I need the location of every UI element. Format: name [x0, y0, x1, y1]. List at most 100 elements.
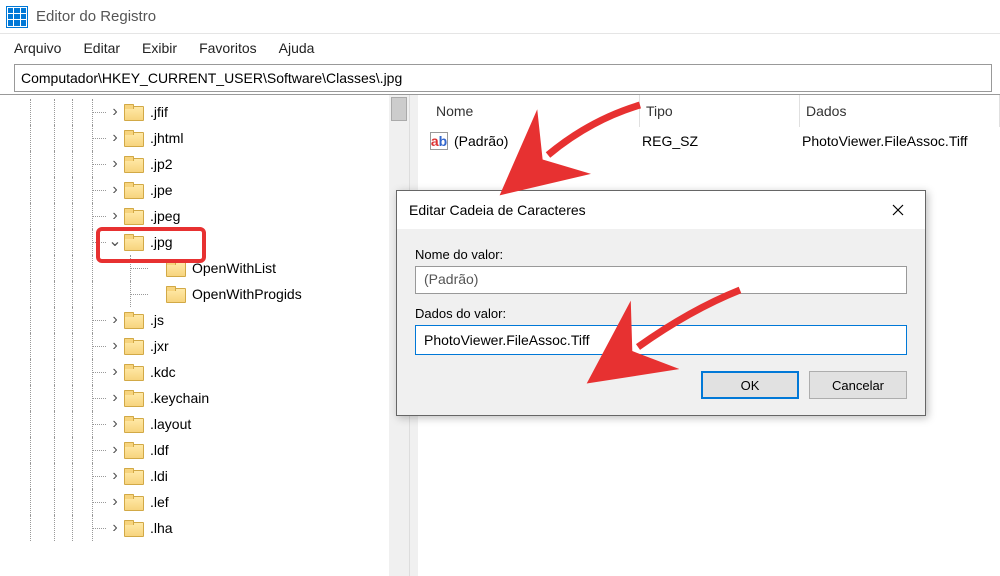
expand-toggle[interactable]: ›	[108, 469, 122, 483]
menu-view[interactable]: Exibir	[142, 40, 177, 56]
tree-item[interactable]: › .js	[0, 307, 409, 333]
menu-favorites[interactable]: Favoritos	[199, 40, 257, 56]
menu-help[interactable]: Ajuda	[279, 40, 315, 56]
folder-icon	[124, 442, 144, 458]
col-header-name[interactable]: Nome	[430, 95, 640, 127]
folder-icon	[124, 104, 144, 120]
value-name-field: (Padrão)	[415, 266, 907, 294]
expand-toggle[interactable]: ›	[108, 495, 122, 509]
scrollbar-thumb[interactable]	[391, 97, 407, 121]
folder-icon	[124, 520, 144, 536]
value-data-input[interactable]	[415, 325, 907, 355]
tree-item-label: .jxr	[150, 338, 169, 354]
col-header-data[interactable]: Dados	[800, 95, 1000, 127]
registry-tree[interactable]: › .jfif › .jhtml › .jp2 › .jpe › .jpeg ⌄.jpg OpenWi…	[0, 95, 409, 541]
tree-item[interactable]: › .ldi	[0, 463, 409, 489]
folder-icon	[124, 312, 144, 328]
tree-item-label: .ldi	[150, 468, 168, 484]
folder-icon	[166, 260, 186, 276]
tree-item[interactable]: › .jfif	[0, 99, 409, 125]
address-path: Computador\HKEY_CURRENT_USER\Software\Cl…	[21, 70, 402, 86]
tree-item-label: OpenWithList	[192, 260, 276, 276]
folder-icon	[124, 338, 144, 354]
folder-icon	[124, 390, 144, 406]
expand-toggle[interactable]: ›	[108, 313, 122, 327]
ok-button[interactable]: OK	[701, 371, 799, 399]
string-value-icon: ab	[430, 132, 448, 150]
col-header-type[interactable]: Tipo	[640, 95, 800, 127]
chevron-right-icon: ›	[112, 159, 117, 169]
chevron-right-icon: ›	[112, 185, 117, 195]
chevron-right-icon: ›	[112, 133, 117, 143]
menu-file[interactable]: Arquivo	[14, 40, 61, 56]
menubar: Arquivo Editar Exibir Favoritos Ajuda	[0, 34, 1000, 62]
cell-type: REG_SZ	[642, 133, 802, 149]
dialog-close-button[interactable]	[883, 198, 913, 222]
tree-item[interactable]: › .jhtml	[0, 125, 409, 151]
cancel-button[interactable]: Cancelar	[809, 371, 907, 399]
cell-name: (Padrão)	[454, 133, 642, 149]
chevron-right-icon: ›	[112, 315, 117, 325]
expand-toggle[interactable]: ›	[108, 183, 122, 197]
tree-item[interactable]: › .ldf	[0, 437, 409, 463]
tree-item-label: .jpeg	[150, 208, 180, 224]
tree-item[interactable]: › .jpe	[0, 177, 409, 203]
tree-item-label: .jpe	[150, 182, 173, 198]
expand-toggle[interactable]	[150, 287, 164, 301]
regedit-icon	[6, 6, 28, 28]
tree-item[interactable]: ⌄.jpg	[0, 229, 409, 255]
tree-item-label: .jhtml	[150, 130, 183, 146]
expand-toggle[interactable]: ›	[108, 339, 122, 353]
expand-toggle[interactable]: ›	[108, 521, 122, 535]
folder-icon	[166, 286, 186, 302]
tree-item[interactable]: › .layout	[0, 411, 409, 437]
chevron-right-icon: ›	[112, 211, 117, 221]
tree-item[interactable]: OpenWithProgids	[0, 281, 409, 307]
expand-toggle[interactable]: ›	[108, 391, 122, 405]
tree-item-label: .ldf	[150, 442, 169, 458]
expand-toggle[interactable]: ›	[108, 365, 122, 379]
expand-toggle[interactable]: ⌄	[108, 235, 122, 249]
folder-icon	[124, 494, 144, 510]
expand-toggle[interactable]: ›	[108, 209, 122, 223]
tree-item[interactable]: › .jp2	[0, 151, 409, 177]
chevron-right-icon: ›	[112, 445, 117, 455]
list-row[interactable]: ab (Padrão) REG_SZ PhotoViewer.FileAssoc…	[410, 127, 1000, 155]
value-data-label: Dados do valor:	[415, 306, 907, 321]
folder-icon	[124, 130, 144, 146]
chevron-right-icon: ›	[112, 367, 117, 377]
expand-toggle[interactable]: ›	[108, 157, 122, 171]
value-name-label: Nome do valor:	[415, 247, 907, 262]
tree-item[interactable]: › .keychain	[0, 385, 409, 411]
titlebar: Editor do Registro	[0, 0, 1000, 34]
menu-edit[interactable]: Editar	[83, 40, 120, 56]
tree-item[interactable]: › .lef	[0, 489, 409, 515]
tree-item-label: OpenWithProgids	[192, 286, 302, 302]
tree-item[interactable]: OpenWithList	[0, 255, 409, 281]
expand-toggle[interactable]	[150, 261, 164, 275]
tree-item-label: .js	[150, 312, 164, 328]
chevron-right-icon: ›	[112, 523, 117, 533]
tree-item-label: .jp2	[150, 156, 173, 172]
chevron-right-icon: ›	[112, 497, 117, 507]
tree-item[interactable]: ›.kdc	[0, 359, 409, 385]
dialog-body: Nome do valor: (Padrão) Dados do valor: …	[397, 229, 925, 415]
expand-toggle[interactable]: ›	[108, 105, 122, 119]
tree-item[interactable]: ›.lha	[0, 515, 409, 541]
tree-item-label: .layout	[150, 416, 191, 432]
expand-toggle[interactable]: ›	[108, 417, 122, 431]
tree-item[interactable]: › .jpeg	[0, 203, 409, 229]
expand-toggle[interactable]: ›	[108, 131, 122, 145]
window-title: Editor do Registro	[36, 8, 156, 25]
dialog-titlebar[interactable]: Editar Cadeia de Caracteres	[397, 191, 925, 229]
cell-data: PhotoViewer.FileAssoc.Tiff	[802, 133, 1000, 149]
expand-toggle[interactable]: ›	[108, 443, 122, 457]
chevron-right-icon: ›	[112, 471, 117, 481]
tree-item[interactable]: › .jxr	[0, 333, 409, 359]
tree-item-label: .lef	[150, 494, 169, 510]
tree-item-label: .keychain	[150, 390, 209, 406]
tree-item-label: .jfif	[150, 104, 168, 120]
folder-icon	[124, 468, 144, 484]
folder-icon	[124, 156, 144, 172]
address-bar[interactable]: Computador\HKEY_CURRENT_USER\Software\Cl…	[14, 64, 992, 92]
